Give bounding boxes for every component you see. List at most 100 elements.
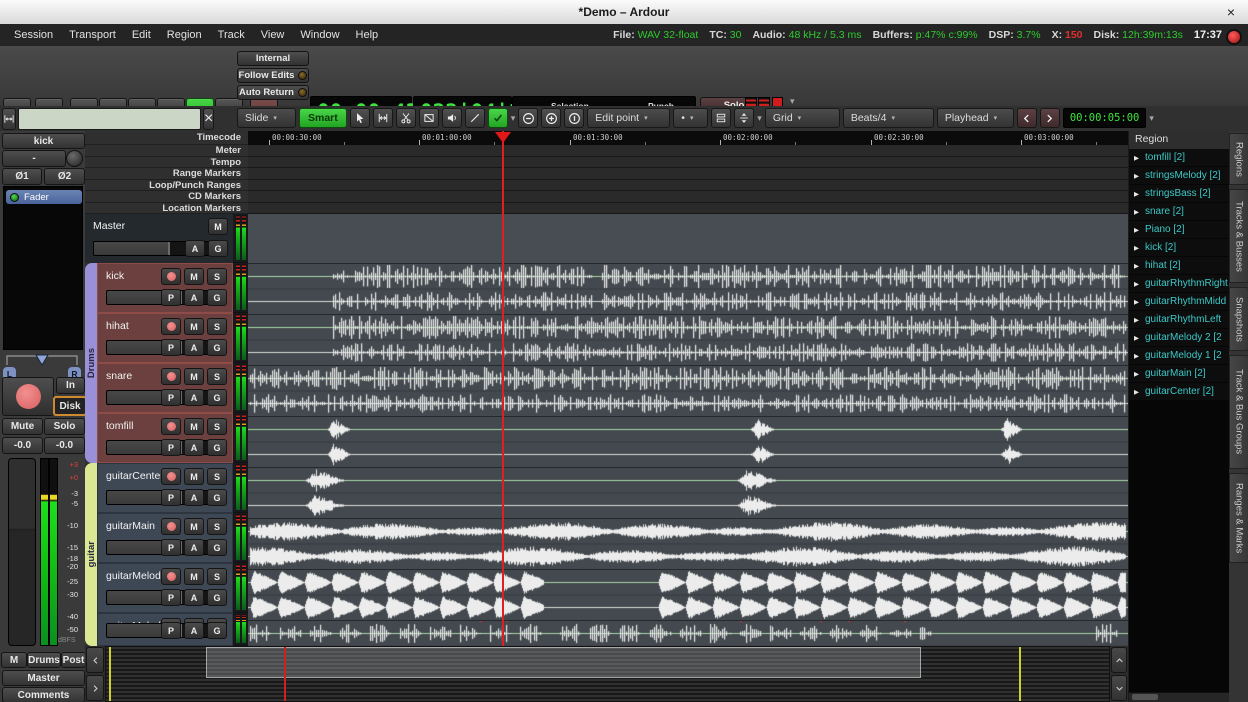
zoom-session-button[interactable]	[564, 108, 584, 128]
expander-icon[interactable]: ▶	[1134, 352, 1139, 360]
tab-regions[interactable]: Regions	[1229, 133, 1248, 185]
track-canvas[interactable]: 00:00:30:0000:01:00:0000:01:30:0000:02:0…	[248, 131, 1128, 646]
tools-expander-icon[interactable]: ▾	[511, 113, 516, 124]
track-name[interactable]: guitarMain	[106, 520, 155, 532]
waveform-canvas[interactable]	[248, 366, 1128, 416]
draw-tool-button[interactable]	[465, 108, 485, 128]
sync-internal-button[interactable]: Internal	[237, 51, 309, 66]
tab-master-strip[interactable]: M	[1, 652, 27, 668]
scroll-down-button[interactable]	[1111, 675, 1127, 701]
track-solo-button[interactable]: S	[207, 568, 227, 585]
region-list-item[interactable]: ▶kick [2]	[1129, 239, 1229, 256]
track-g-button[interactable]: G	[207, 489, 227, 506]
phase-2-button[interactable]: Ø2	[44, 168, 85, 185]
region-list-item[interactable]: ▶snare [2]	[1129, 203, 1229, 220]
scroll-up-button[interactable]	[1111, 647, 1127, 673]
input-monitor-button[interactable]: In	[56, 377, 85, 394]
edit-point-dropdown[interactable]: Edit point▾	[587, 108, 670, 128]
comments-button[interactable]: Comments	[2, 687, 85, 702]
expander-icon[interactable]: ▶	[1134, 226, 1139, 234]
track-mute-button[interactable]: M	[184, 418, 204, 435]
lane-guitarmelody-2[interactable]	[248, 621, 1128, 646]
track-a-button[interactable]: A	[184, 339, 204, 356]
track-mute-button[interactable]: M	[184, 518, 204, 535]
track-p-button[interactable]: P	[161, 339, 181, 356]
audition-tool-button[interactable]	[442, 108, 462, 128]
expander-icon[interactable]: ▶	[1134, 388, 1139, 396]
follow-edits-toggle[interactable]: Follow Edits	[237, 68, 309, 83]
track-header-guitarmain[interactable]: guitarMainMSPAG	[97, 513, 233, 563]
track-header-guitarmelody-2[interactable]: guitarMelody 2MSPAG	[97, 613, 233, 646]
track-solo-button[interactable]: S	[207, 418, 227, 435]
expander-icon[interactable]: ▶	[1134, 154, 1139, 162]
marker-dropdown[interactable]: •▾	[673, 108, 708, 128]
expander-icon[interactable]: ▶	[1134, 298, 1139, 306]
tab-drums-strip[interactable]: Drums	[27, 652, 61, 668]
track-mute-button[interactable]: M	[208, 218, 228, 235]
track-p-button[interactable]: P	[161, 439, 181, 456]
track-record-button[interactable]	[161, 368, 181, 385]
menu-transport[interactable]: Transport	[61, 24, 124, 46]
track-mute-button[interactable]: M	[184, 268, 204, 285]
track-record-button[interactable]	[161, 518, 181, 535]
track-header-tomfill[interactable]: tomfillMSPAG	[97, 413, 233, 463]
track-a-button[interactable]: A	[184, 622, 204, 639]
auto-return-toggle[interactable]: Auto Return	[237, 85, 309, 100]
pan-control[interactable]: L R	[3, 352, 81, 380]
ruler-row[interactable]	[248, 157, 1128, 168]
waveform-canvas[interactable]	[248, 468, 1128, 518]
track-g-button[interactable]: G	[207, 289, 227, 306]
track-p-button[interactable]: P	[161, 489, 181, 506]
lane-tomfill[interactable]	[248, 417, 1128, 468]
waveform-canvas[interactable]	[248, 315, 1128, 365]
track-solo-button[interactable]: S	[207, 468, 227, 485]
lane-snare[interactable]	[248, 366, 1128, 417]
track-g-button[interactable]: G	[207, 389, 227, 406]
track-header-kick[interactable]: kickMSPAG	[97, 263, 233, 313]
expander-icon[interactable]: ▶	[1134, 280, 1139, 288]
lane-kick[interactable]	[248, 264, 1128, 315]
track-name[interactable]: tomfill	[106, 420, 133, 432]
expand-tracks-button[interactable]	[734, 108, 754, 128]
track-header-master[interactable]: MasterMAG	[85, 214, 233, 263]
track-name[interactable]: hihat	[106, 320, 129, 332]
track-g-button[interactable]: G	[207, 622, 227, 639]
nudge-clock[interactable]: 00:00:05:00	[1063, 108, 1147, 128]
track-a-button[interactable]: A	[185, 240, 205, 257]
track-name[interactable]: snare	[106, 370, 132, 382]
expander-icon[interactable]: ▶	[1134, 244, 1139, 252]
waveform-canvas[interactable]	[248, 621, 1128, 646]
region-list-item[interactable]: ▶hihat [2]	[1129, 257, 1229, 274]
close-icon[interactable]: ×	[1222, 3, 1240, 21]
track-mute-button[interactable]: M	[184, 568, 204, 585]
track-lanes[interactable]	[248, 214, 1128, 646]
lane-master[interactable]	[248, 214, 1128, 264]
clear-name-icon[interactable]: ×	[203, 108, 214, 130]
fader-processor[interactable]: Fader	[6, 190, 82, 204]
track-a-button[interactable]: A	[184, 489, 204, 506]
fit-selection-icon[interactable]	[2, 108, 16, 130]
track-header-guitarcenter[interactable]: guitarCenterMSPAG	[97, 463, 233, 513]
playhead-line[interactable]	[502, 131, 504, 646]
track-a-button[interactable]: A	[184, 389, 204, 406]
output-button[interactable]: -	[2, 150, 66, 167]
track-header-hihat[interactable]: hihatMSPAG	[97, 313, 233, 363]
zoom-out-button[interactable]	[518, 108, 538, 128]
track-mute-button[interactable]: M	[184, 368, 204, 385]
region-list-item[interactable]: ▶guitarMelody 1 [2	[1129, 347, 1229, 364]
track-name-input[interactable]	[18, 108, 201, 130]
tab-tracks-busses[interactable]: Tracks & Busses	[1229, 189, 1248, 283]
mute-button[interactable]: Mute	[2, 418, 43, 435]
track-p-button[interactable]: P	[161, 389, 181, 406]
track-solo-button[interactable]: S	[207, 268, 227, 285]
menu-window[interactable]: Window	[292, 24, 347, 46]
summary-strip[interactable]	[105, 646, 1110, 702]
grid-unit-dropdown[interactable]: Beats/4▾	[843, 108, 934, 128]
menu-view[interactable]: View	[253, 24, 293, 46]
region-list-item[interactable]: ▶guitarRhythmRight	[1129, 275, 1229, 292]
track-name[interactable]: guitarCenter	[106, 470, 164, 482]
menu-track[interactable]: Track	[210, 24, 253, 46]
timecode-ruler[interactable]: 00:00:30:0000:01:00:0000:01:30:0000:02:0…	[248, 131, 1128, 146]
lane-hihat[interactable]	[248, 315, 1128, 366]
track-solo-button[interactable]: S	[207, 518, 227, 535]
